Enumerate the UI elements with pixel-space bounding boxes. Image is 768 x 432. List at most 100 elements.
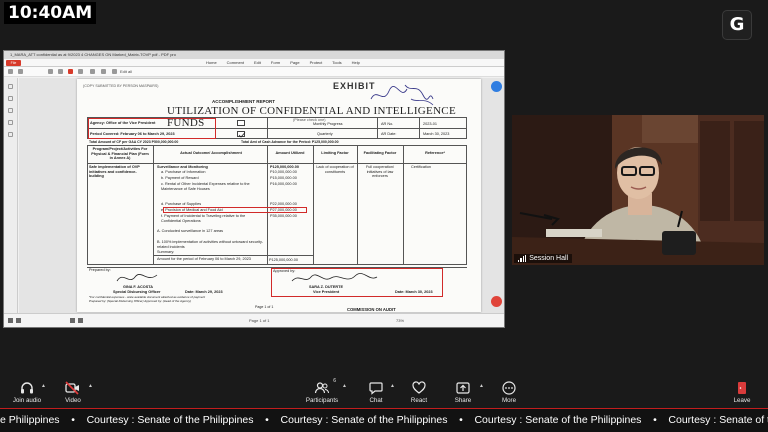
shared-screen: 1_MARA_ATT confidential as at 9/2023 4 C… [3, 50, 505, 328]
ticker-item: Courtesy : Senate of the Philippines [474, 414, 642, 426]
select-tool-icon[interactable] [18, 69, 23, 74]
speaker-video-tile[interactable]: Session Hall [512, 115, 764, 265]
last-page-icon[interactable] [78, 318, 83, 323]
amount-period-label: Amount for the period of February 06 to … [157, 257, 251, 261]
participants-count: 6 [333, 378, 336, 384]
heart-icon [412, 379, 426, 396]
ar-no-label: AR No. [381, 122, 394, 126]
thumbnail-icon[interactable] [8, 84, 13, 89]
meeting-controls: Join audio ▲ Video ▲ 6 Participants ▲ Ch… [0, 374, 768, 408]
speaker-video-image [512, 115, 764, 265]
annotation-box-medical-aid [163, 207, 307, 213]
chat-icon [369, 379, 383, 396]
convert-icon[interactable] [491, 296, 502, 307]
leave-icon [735, 379, 749, 396]
join-audio-label: Join audio [12, 397, 42, 404]
list-item: c. Rental of Other Incidental Expenses r… [161, 182, 250, 191]
chat-label: Chat [369, 397, 383, 404]
amount-value: P16,000,000.00 [270, 182, 297, 186]
hand-tool-icon[interactable] [8, 69, 13, 74]
pdf-right-sidebar [488, 78, 504, 314]
bookmark-icon[interactable] [8, 96, 13, 101]
preparer-signature [116, 274, 158, 282]
reference-value: Certification [411, 165, 432, 169]
ticker-item: Courtesy : Senate of the Philippines [86, 414, 254, 426]
ticker-item: Courtesy : Senate of the Philippines [668, 414, 768, 426]
video-button[interactable]: Video [58, 374, 88, 408]
color-swatch-icon[interactable] [68, 69, 73, 74]
clock-overlay: 10:40AM [4, 2, 97, 24]
prev-page-icon[interactable] [16, 318, 21, 323]
annotation-box-agency [88, 118, 216, 139]
chat-caret-icon[interactable]: ▲ [390, 383, 395, 389]
ticker-item: Courtesy : Senate of the Philippines [280, 414, 448, 426]
total-amount-field: Total Amount of CF per GAA CY 2023 P500,… [89, 140, 179, 144]
ticker-separator: • [447, 414, 475, 426]
underline-icon[interactable] [58, 69, 63, 74]
ar-date-value: March 30, 2023 [423, 132, 450, 136]
facilitating-factor: Full cooperation/ initiatives of law enf… [365, 165, 395, 179]
channel-logo: G [722, 10, 752, 40]
footnote-2: Prepared by: (Special Disbursing Officer… [89, 299, 191, 303]
highlight-icon[interactable] [48, 69, 53, 74]
quarterly-checkbox [237, 131, 246, 138]
list-item: a. Purchase of Information [161, 170, 206, 174]
ticker-item: e Philippines [0, 414, 60, 426]
summary-label: Summary: [157, 250, 175, 254]
stamp-icon[interactable] [101, 69, 106, 74]
assistant-icon[interactable] [491, 81, 502, 92]
amount-period-value: P125,000,000.00 [269, 258, 298, 262]
share-icon [456, 379, 470, 396]
surveillance-label: Surveillance and Monitoring [157, 165, 208, 169]
chat-button[interactable]: Chat [362, 374, 390, 408]
leave-button[interactable]: Leave [728, 374, 756, 408]
join-audio-button[interactable]: Join audio [8, 374, 46, 408]
amount-value: P22,000,000.00 [270, 202, 297, 206]
ar-no-value: 2023-01 [423, 122, 437, 126]
news-ticker: e Philippines • Courtesy : Senate of the… [0, 409, 768, 432]
text-box-icon[interactable] [90, 69, 95, 74]
pdf-titlebar: 1_MARA_ATT confidential as at 9/2023 4 C… [4, 51, 504, 59]
file-menu-button[interactable]: File [6, 60, 21, 66]
list-item: b. Payment of Reward [161, 176, 199, 180]
more-icon [502, 379, 516, 396]
participants-icon: 6 [314, 378, 336, 396]
list-item: f. Payment of Incidental to Traveling re… [161, 214, 246, 223]
pdf-canvas[interactable]: (COPY SUBMITTED BY PERSON MASPAIRS) EXHI… [19, 78, 504, 314]
share-button[interactable]: Share [449, 374, 477, 408]
header-facilitating: Facilitating Factor [363, 151, 397, 155]
share-caret-icon[interactable]: ▲ [479, 383, 484, 389]
attachment-icon[interactable] [8, 120, 13, 125]
monthly-option: Monthly Progress [313, 122, 343, 126]
quarterly-option: Quarterly [317, 132, 333, 136]
shape-icon[interactable] [78, 69, 83, 74]
amount-value: P35,000,000.00 [270, 214, 297, 218]
more-label: More [501, 397, 517, 404]
more-button[interactable]: More [495, 374, 523, 408]
ar-date-label: AR Date: [381, 132, 397, 136]
edit-icon[interactable] [112, 69, 117, 74]
program-text: Safe implementation of OVP initiatives a… [89, 165, 140, 179]
zoom-level[interactable]: 73% [396, 318, 404, 323]
next-page-icon[interactable] [70, 318, 75, 323]
edit-all-button[interactable]: Edit all [120, 69, 132, 74]
preparer-title: Special Disbursing Officer [113, 289, 161, 294]
comment-panel-icon[interactable] [8, 108, 13, 113]
meeting-window: 10:40AM G 1_MARA_ATT confidential as at … [0, 0, 768, 432]
headphone-icon [20, 379, 34, 396]
video-label: Session Hall [514, 254, 573, 263]
audio-options-caret-icon[interactable]: ▲ [41, 383, 46, 389]
share-label: Share [454, 397, 472, 404]
header-limiting: Limiting Factor [321, 151, 349, 155]
total-cash-field: Total Amt of Cash Advance for the Period… [241, 140, 339, 144]
prepared-by-label: Prepared by: [89, 268, 111, 272]
search-panel-icon[interactable] [8, 132, 13, 137]
video-options-caret-icon[interactable]: ▲ [88, 383, 93, 389]
participants-caret-icon[interactable]: ▲ [342, 383, 347, 389]
first-page-icon[interactable] [8, 318, 13, 323]
pdf-left-sidebar [4, 78, 18, 314]
participants-button[interactable]: 6 Participants [302, 374, 342, 408]
signal-icon [518, 255, 527, 262]
participants-label: Participants [305, 397, 339, 404]
react-button[interactable]: React [405, 374, 433, 408]
